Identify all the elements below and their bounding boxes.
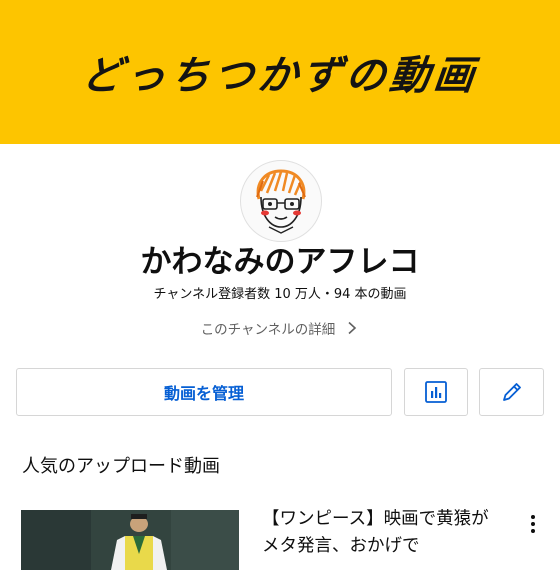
video-title[interactable]: 【ワンピース】映画で黄猿がメタ発言、おかげで xyxy=(262,506,502,560)
menu-dot xyxy=(531,522,535,526)
channel-name: かわなみのアフレコ xyxy=(140,244,420,280)
menu-dot xyxy=(531,515,535,519)
channel-details-link[interactable]: このチャンネルの詳細 xyxy=(0,317,560,339)
banner-title: どっちつかずの動画 xyxy=(79,52,481,99)
channel-details-label: このチャンネルの詳細 xyxy=(200,322,336,338)
analytics-button[interactable] xyxy=(404,368,468,416)
menu-dot xyxy=(531,529,535,533)
thumbnail-image xyxy=(21,510,239,570)
manage-videos-button[interactable]: 動画を管理 xyxy=(16,368,392,416)
popular-uploads-heading: 人気のアップロード動画 xyxy=(22,456,220,477)
channel-stats: チャンネル登録者数 10 万人・94 本の動画 xyxy=(153,287,407,302)
more-vert-icon[interactable] xyxy=(522,512,544,536)
channel-banner: どっちつかずの動画 xyxy=(0,0,560,144)
bar-chart-icon xyxy=(425,381,447,403)
avatar-drawing xyxy=(256,169,306,234)
avatar[interactable] xyxy=(240,160,322,242)
edit-channel-button[interactable] xyxy=(479,368,544,416)
pencil-icon xyxy=(502,383,521,401)
video-thumbnail[interactable] xyxy=(21,510,239,570)
manage-videos-label: 動画を管理 xyxy=(163,384,244,403)
chevron-right-icon xyxy=(348,321,357,335)
